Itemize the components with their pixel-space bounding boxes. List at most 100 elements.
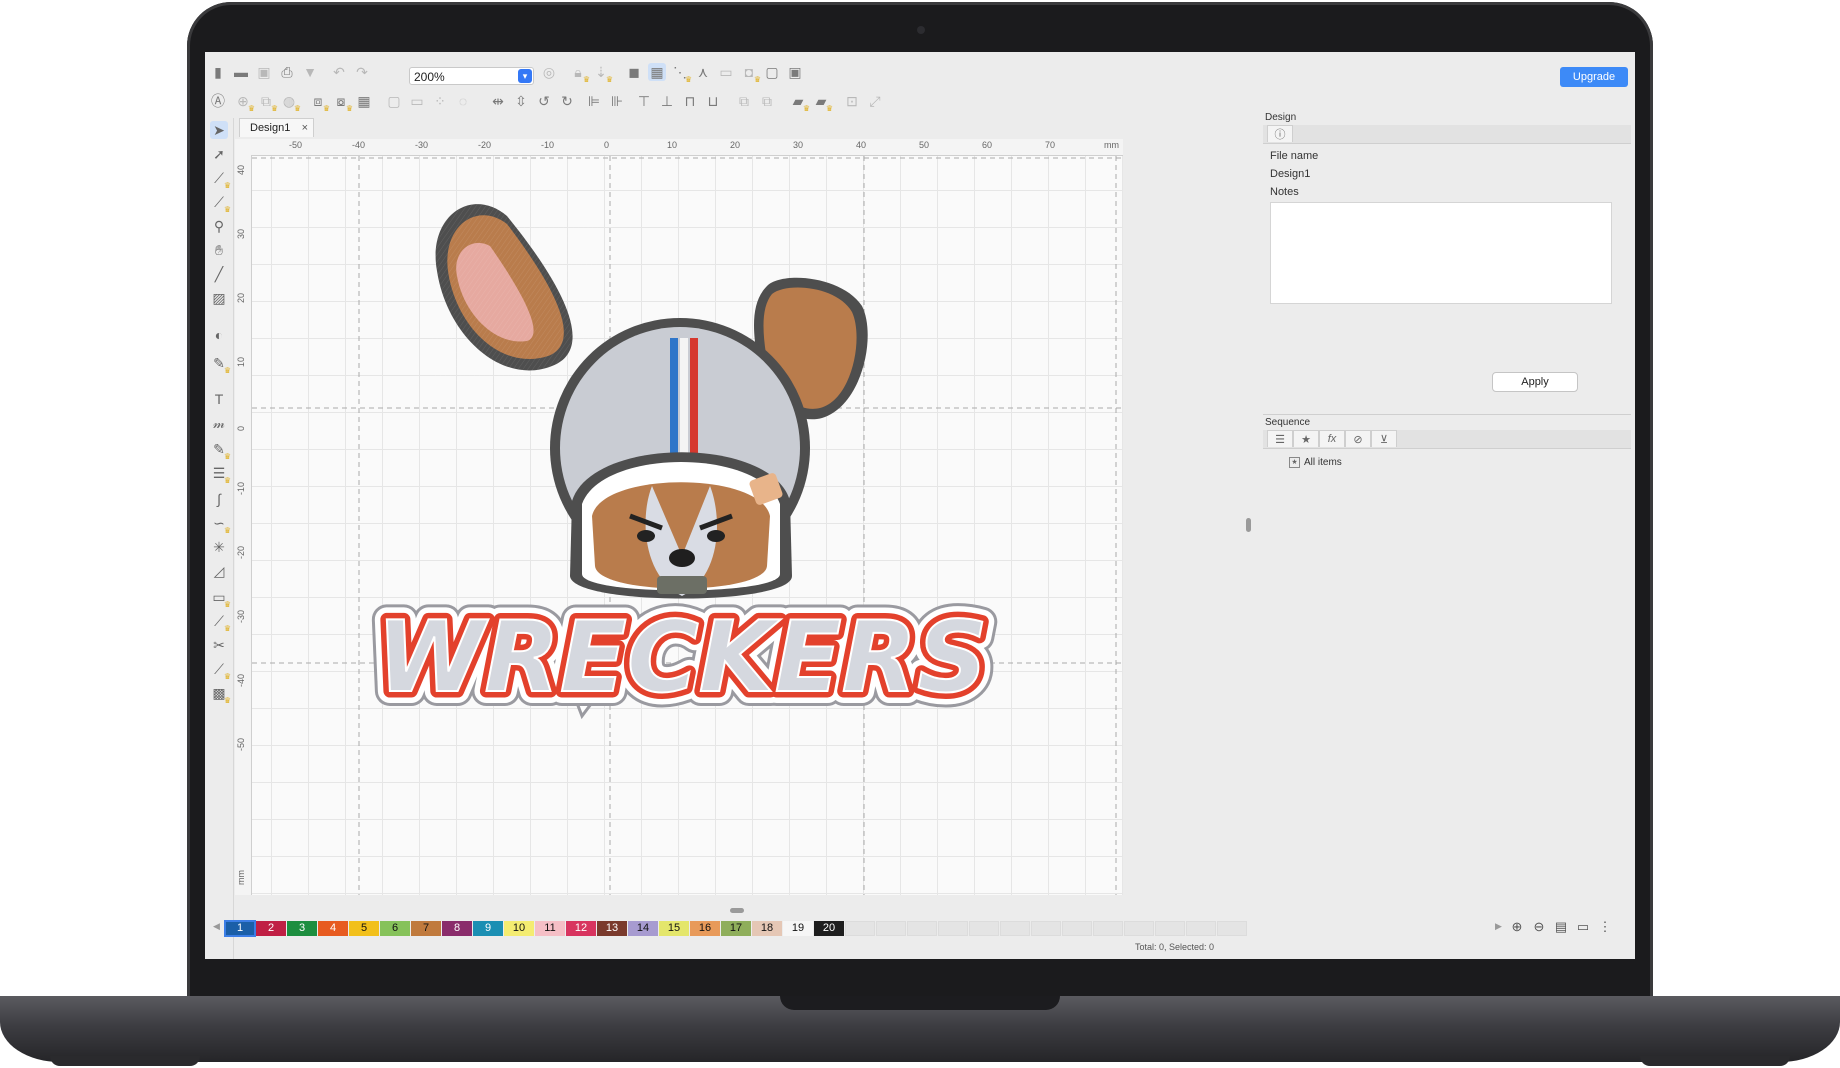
applique-icon[interactable]: ✎ ♛ [210, 440, 231, 462]
shape-edit-icon[interactable]: ◿ [210, 562, 228, 580]
pattern-icon[interactable]: ⁘ [431, 92, 449, 110]
horizontal-scrollbar[interactable] [730, 908, 744, 913]
expand-icon[interactable]: ⤢ [866, 92, 884, 110]
zoom-select[interactable]: 200% ▾ [409, 67, 534, 85]
motif-icon[interactable]: ✳ [210, 538, 228, 556]
upgrade-button[interactable]: Upgrade [1560, 67, 1628, 87]
align-center-icon[interactable]: ⊪ [608, 92, 626, 110]
eraser-icon[interactable]: ⟋ ♛ [210, 660, 231, 682]
back-icon[interactable]: ▰ ♛ [789, 92, 810, 114]
palette-swatch-14[interactable]: 14 [628, 921, 658, 936]
palette-swatch-2[interactable]: 2 [256, 921, 286, 936]
palette-swatch-11[interactable]: 11 [535, 921, 565, 936]
select-box-icon[interactable]: ▢ [385, 92, 403, 110]
palette-swatch-15[interactable]: 15 [659, 921, 689, 936]
running-stitch-icon[interactable]: ∽ ♛ [210, 514, 231, 536]
notes-field[interactable] [1270, 202, 1612, 304]
layout-icon[interactable]: ▤ [1554, 919, 1568, 935]
palette-empty-slot[interactable] [1124, 921, 1154, 936]
palette-swatch-10[interactable]: 10 [504, 921, 534, 936]
palette-empty-slot[interactable] [1217, 921, 1247, 936]
transform-icon[interactable]: ⊕ ♛ [234, 92, 255, 114]
info-icon[interactable]: ⓘ [1267, 125, 1293, 142]
weld-icon[interactable]: ⧉ [735, 92, 753, 110]
info-card-icon[interactable]: ▢ [763, 63, 781, 81]
palette-swatch-1[interactable]: 1 [224, 920, 256, 937]
palette-empty-slot[interactable] [1186, 921, 1216, 936]
trim-icon[interactable]: ⧉ [758, 92, 776, 110]
text-icon[interactable]: T [210, 390, 228, 408]
apply-button[interactable]: Apply [1492, 372, 1578, 392]
path-icon[interactable]: ∫ [210, 490, 228, 508]
distribute-h-icon[interactable]: ⊓ [681, 92, 699, 110]
node-icon[interactable]: ⋱ ♛ [671, 63, 692, 85]
cart-icon[interactable]: ⊻ [1371, 430, 1397, 447]
close-icon[interactable]: × [302, 119, 308, 138]
save-icon[interactable]: ▣ [255, 63, 273, 81]
monitor-icon[interactable]: ▭ [1576, 919, 1590, 935]
badge-icon[interactable]: ▣ [786, 63, 804, 81]
palette-empty-slot[interactable] [845, 921, 875, 936]
list-icon[interactable]: ☰ [1267, 430, 1293, 447]
color-icon[interactable]: ▩ ♛ [210, 684, 231, 706]
palette-swatch-18[interactable]: 18 [752, 921, 782, 936]
text-tool-icon[interactable]: Ⓐ [209, 92, 227, 110]
zoom-out-icon[interactable]: ⊖ [1532, 919, 1546, 935]
palette-swatch-6[interactable]: 6 [380, 921, 410, 936]
node-edit-icon[interactable]: ➚ [210, 145, 228, 163]
measure-icon[interactable]: ╱ [210, 265, 228, 283]
fx-icon[interactable]: fx [1319, 430, 1345, 447]
palette-swatch-19[interactable]: 19 [783, 921, 813, 936]
zoom-fit-icon[interactable]: ◎ [540, 63, 558, 81]
rotate-right-icon[interactable]: ↻ [558, 92, 576, 110]
cut-icon[interactable]: ✂︎ [210, 636, 228, 654]
palette-empty-slot[interactable] [1031, 921, 1061, 936]
palette-swatch-9[interactable]: 9 [473, 921, 503, 936]
palette-right-arrow-icon[interactable]: ▶ [1495, 921, 1502, 932]
crown-tool-icon[interactable]: ▭ ♛ [210, 588, 231, 610]
palette-left-arrow-icon[interactable]: ◀ [213, 921, 220, 932]
needle-icon[interactable]: ⟋ ♛ [210, 193, 231, 215]
sequence-root-item[interactable]: ★ All items [1289, 457, 1631, 468]
front-icon[interactable]: ▰ ♛ [812, 92, 833, 114]
flip-horizontal-icon[interactable]: ⇹ [489, 92, 507, 110]
select-arrow-icon[interactable]: ➤ [210, 121, 228, 139]
open-folder-icon[interactable]: ▬ [232, 63, 250, 81]
palette-swatch-16[interactable]: 16 [690, 921, 720, 936]
align-left-icon[interactable]: ⊫ [585, 92, 603, 110]
palette-empty-slot[interactable] [876, 921, 906, 936]
fill-icon[interactable]: ☰ ♛ [210, 464, 231, 486]
palette-swatch-4[interactable]: 4 [318, 921, 348, 936]
grid-icon[interactable]: ▦ [648, 63, 666, 81]
3d-view-icon[interactable]: ◼ [625, 63, 643, 81]
palette-swatch-5[interactable]: 5 [349, 921, 379, 936]
arrange-icon[interactable]: ▦ [355, 92, 373, 110]
redo-icon[interactable]: ↷ [353, 63, 371, 81]
undo-icon[interactable]: ↶ [330, 63, 348, 81]
palette-empty-slot[interactable] [907, 921, 937, 936]
shapes-icon[interactable]: ◐ [210, 326, 228, 344]
group-icon[interactable]: ⧈ ♛ [309, 92, 330, 114]
lasso-icon[interactable]: ◌ [454, 92, 472, 110]
palette-empty-slot[interactable] [1000, 921, 1030, 936]
align-top-icon[interactable]: ⊤ [635, 92, 653, 110]
tab-design1[interactable]: Design1 × [239, 118, 314, 137]
distribute-v-icon[interactable]: ⊔ [704, 92, 722, 110]
branch-icon[interactable]: ⋏ [694, 63, 712, 81]
palette-swatch-13[interactable]: 13 [597, 921, 627, 936]
rotate-left-icon[interactable]: ↺ [535, 92, 553, 110]
file-name-value[interactable]: Design1 [1270, 168, 1624, 180]
embroidery-design[interactable]: WRECKERS WRECKERS WRECKERS WRECKERS [252, 156, 1123, 895]
monogram-icon[interactable]: 𝓂 [210, 414, 228, 432]
palette-empty-slot[interactable] [1093, 921, 1123, 936]
fit-frame-icon[interactable]: ⊡ [843, 92, 861, 110]
zoom-icon[interactable]: ⚲ [210, 217, 228, 235]
knife-icon[interactable]: ⟋ ♛ [210, 169, 231, 191]
zoom-in-icon[interactable]: ⊕ [1510, 919, 1524, 935]
palette-swatch-20[interactable]: 20 [814, 921, 844, 936]
flip-vertical-icon[interactable]: ⇳ [512, 92, 530, 110]
hoop-icon[interactable]: ◘ ♛ [740, 63, 761, 84]
pen-icon[interactable]: ⟋ ♛ [210, 612, 231, 634]
duplicate-icon[interactable]: ⧉ ♛ [257, 92, 278, 114]
copy-icon[interactable]: ▭ [408, 92, 426, 110]
